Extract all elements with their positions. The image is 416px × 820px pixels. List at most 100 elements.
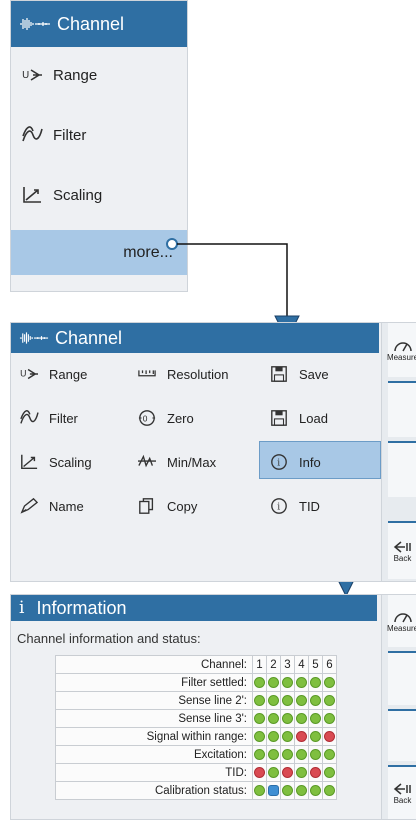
table-row: TID: [55, 763, 337, 782]
table-header-row: Channel: 1 2 3 4 5 6 [55, 655, 337, 674]
channel-number: 2 [266, 655, 281, 674]
channel-number: 6 [322, 655, 337, 674]
status-cell [322, 781, 337, 800]
refresh-icon [268, 784, 279, 796]
sidebar-button-blank[interactable] [388, 441, 416, 497]
channel-number: 3 [280, 655, 295, 674]
check-icon [296, 712, 307, 724]
table-row: Sense line 3': [55, 709, 337, 728]
back-button[interactable]: Back [388, 521, 416, 579]
menu-item-resolution[interactable]: Resolution [137, 365, 228, 383]
filter-icon [20, 410, 39, 424]
back-label: Back [393, 795, 412, 805]
menu-item-name[interactable]: Name [19, 497, 84, 515]
scaling-icon [23, 187, 41, 203]
row-label: Sense line 3': [55, 709, 253, 728]
check-icon [254, 748, 265, 760]
status-cell [322, 763, 337, 782]
menu-item-filter[interactable]: Filter [19, 409, 78, 427]
menu-item-copy[interactable]: Copy [137, 497, 197, 515]
menu-item-label: Resolution [167, 366, 229, 382]
filter-icon [22, 126, 43, 142]
info-subtitle: Channel information and status: [17, 631, 201, 646]
check-icon [296, 676, 307, 688]
error-icon [310, 766, 321, 778]
status-cell [322, 745, 337, 764]
status-cell [308, 745, 323, 764]
menu-item-label: Copy [167, 498, 198, 514]
status-cell [252, 763, 267, 782]
menu-item-load[interactable]: Load [269, 409, 328, 427]
row-label: Excitation: [55, 745, 253, 764]
menu-item-minmax[interactable]: Min/Max [137, 453, 216, 471]
menu-item-scaling[interactable]: Scaling [21, 185, 102, 205]
error-icon [324, 730, 335, 742]
menu-item-filter[interactable]: Filter [21, 125, 86, 145]
menu-item-range[interactable]: U Range [21, 65, 97, 85]
save-icon [271, 366, 287, 382]
sidebar-button-blank[interactable] [388, 709, 416, 761]
info-icon: i [271, 498, 287, 514]
check-icon [296, 766, 307, 778]
back-button[interactable]: Back [388, 765, 416, 819]
status-cell [252, 691, 267, 710]
status-cell [308, 727, 323, 746]
back-arrow-icon [393, 782, 411, 795]
check-icon [324, 712, 335, 724]
status-cell [266, 709, 281, 728]
check-icon [268, 766, 279, 778]
check-icon [310, 748, 321, 760]
measure-button[interactable]: Measure [387, 595, 416, 647]
status-cell [252, 745, 267, 764]
more-label: more... [123, 243, 173, 261]
svg-text:U: U [20, 370, 27, 380]
menu-item-scaling[interactable]: Scaling [19, 453, 92, 471]
menu-item-label: Save [299, 366, 329, 382]
error-icon [254, 766, 265, 778]
check-icon [296, 748, 307, 760]
check-icon [268, 676, 279, 688]
check-icon [324, 676, 335, 688]
svg-text:U: U [22, 70, 29, 81]
status-cell [280, 763, 295, 782]
status-cell [266, 781, 281, 800]
measure-button[interactable]: Measure [387, 323, 416, 377]
status-cell [266, 691, 281, 710]
status-cell [294, 781, 309, 800]
info-icon: i [271, 454, 287, 470]
menu-item-zero[interactable]: 0 Zero [137, 409, 194, 427]
check-icon [254, 712, 265, 724]
sidebar-button-blank[interactable] [388, 651, 416, 705]
channel-number: 5 [308, 655, 323, 674]
check-icon [254, 694, 265, 706]
check-icon [282, 784, 293, 796]
check-icon [268, 712, 279, 724]
more-button[interactable]: more... [11, 230, 187, 275]
gauge-icon [393, 341, 412, 351]
svg-text:0: 0 [143, 414, 148, 424]
svg-text:i: i [277, 503, 280, 513]
check-icon [324, 766, 335, 778]
panel-title: Channel [55, 327, 123, 348]
status-cell [308, 763, 323, 782]
check-icon [310, 784, 321, 796]
status-cell [294, 709, 309, 728]
menu-item-save[interactable]: Save [269, 365, 329, 383]
channel-status-table: Channel: 1 2 3 4 5 6 Filter settled: Sense line … [55, 655, 337, 800]
status-cell [280, 781, 295, 800]
menu-item-info[interactable]: i Info [269, 453, 321, 471]
status-cell [252, 781, 267, 800]
status-cell [294, 745, 309, 764]
row-label: Signal within range: [55, 727, 253, 746]
right-sidebar: Measure Back [381, 323, 416, 581]
check-icon [268, 694, 279, 706]
channel-extended-panel: Channel U Range Filter Scaling Name Reso… [10, 322, 416, 582]
menu-item-range[interactable]: U Range [19, 365, 87, 383]
status-cell [280, 709, 295, 728]
row-label: Calibration status: [55, 781, 253, 800]
menu-item-tid[interactable]: i TID [269, 497, 320, 515]
menu-item-label: Zero [167, 410, 194, 426]
check-icon [324, 694, 335, 706]
sidebar-button-blank[interactable] [388, 381, 416, 437]
check-icon [282, 694, 293, 706]
